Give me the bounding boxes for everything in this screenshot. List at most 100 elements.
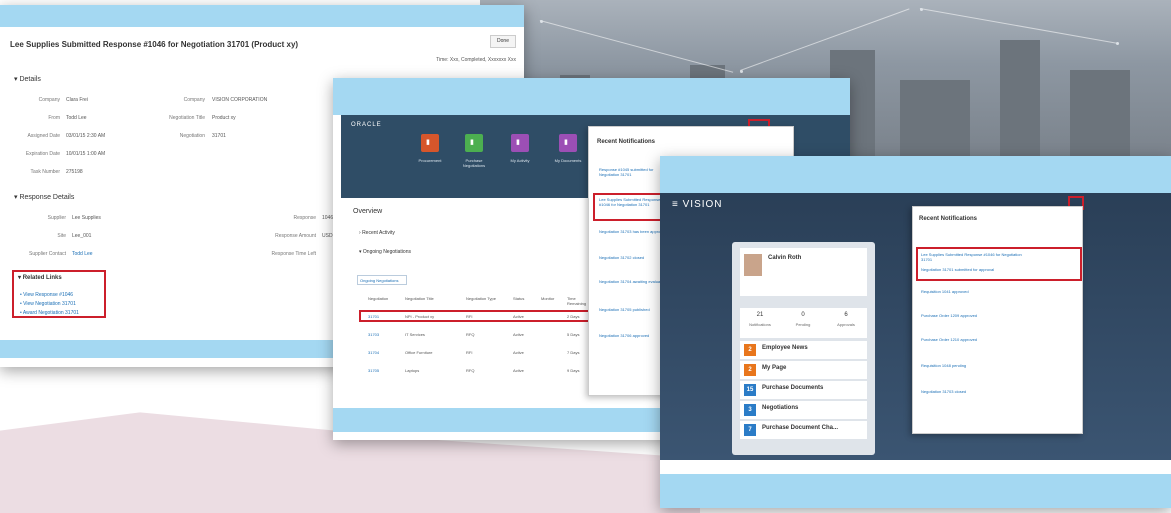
table-cell: Active xyxy=(513,350,524,355)
detail-label: Company xyxy=(38,97,60,103)
table-cell: NPI - Product xy xyxy=(405,314,435,319)
negotiation-link[interactable]: 31705 xyxy=(368,368,379,373)
item-label: Purchase Documents xyxy=(762,385,824,391)
table-cell: RFQ xyxy=(466,368,475,373)
oracle-logo: ORACLE xyxy=(351,122,382,128)
table-cell: 7 Days xyxy=(567,350,580,355)
notification-item[interactable]: Negotiation 31705 published xyxy=(599,307,669,312)
notification-item[interactable]: Response #1045 submitted for Negotiation… xyxy=(599,167,669,177)
detail-label: Negotiation xyxy=(179,133,205,139)
response-details-heading[interactable]: ▾ Response Details xyxy=(14,193,74,201)
selected-row-highlight xyxy=(359,310,591,322)
my-page-item[interactable]: 2 My Page xyxy=(740,361,867,379)
detail-label: Assigned Date xyxy=(27,133,60,139)
detail-value: 10/01/15 1:00 AM xyxy=(66,151,106,157)
overview-heading: Overview xyxy=(353,208,383,215)
detail-label: Expiration Date xyxy=(25,151,60,157)
purchase-document-changes-item[interactable]: 7 Purchase Document Cha... xyxy=(740,421,867,439)
table-cell: RFQ xyxy=(466,332,475,337)
column-header: Status xyxy=(513,296,525,301)
notifications-title: Recent Notifications xyxy=(597,139,656,145)
negotiations-item[interactable]: 3 Negotiations xyxy=(740,401,867,419)
response-value: Lee_001 xyxy=(72,233,92,239)
column-header: Time Remaining xyxy=(567,296,587,306)
procurement-tile[interactable]: ▮ xyxy=(421,134,439,152)
table-cell: Office Furniture xyxy=(405,350,433,355)
response-value: USD xyxy=(322,233,333,239)
vision-home-screenshot: ≡ VISION Calvin Roth 21 Notifications 0 … xyxy=(660,156,1171,508)
negotiation-link[interactable]: 31703 xyxy=(368,332,379,337)
tab-ongoing-negotiations[interactable]: Ongoing Negotiations xyxy=(357,275,407,285)
recent-notifications-panel: Recent Notifications Lee Supplies Submit… xyxy=(912,206,1083,434)
detail-label: Negotiation Title xyxy=(169,115,205,121)
related-links-highlight xyxy=(12,270,106,318)
negotiation-link[interactable]: 31701 xyxy=(368,314,379,319)
notification-item[interactable]: Negotiation 31701 submitted for approval xyxy=(921,267,1031,272)
detail-label: Company xyxy=(183,97,205,103)
item-label: Purchase Document Cha... xyxy=(762,425,839,431)
notification-item[interactable]: Negotiation 31706 approved xyxy=(599,333,669,338)
table-cell: 2 Days xyxy=(567,314,580,319)
supplier-contact-link[interactable]: Todd Lee xyxy=(72,251,93,257)
details-heading[interactable]: ▾ Details xyxy=(14,75,41,83)
detail-label: From xyxy=(48,115,60,121)
page-title: Lee Supplies Submitted Response #1046 fo… xyxy=(10,40,299,49)
detail-value: Todd Lee xyxy=(66,115,87,121)
notification-item[interactable]: Negotiation 31702 closed xyxy=(599,255,669,260)
detail-value: Product xy xyxy=(212,115,236,121)
bottom-bar xyxy=(660,474,1171,508)
tile-label: Purchase Negotiations xyxy=(462,158,486,168)
count-value: 21 xyxy=(756,312,764,318)
response-label: Supplier Contact xyxy=(29,251,66,257)
response-label: Supplier xyxy=(47,215,66,221)
item-count-badge: 2 xyxy=(744,344,756,356)
response-value: 1046 xyxy=(322,215,334,221)
documents-tile[interactable]: ▮ xyxy=(559,134,577,152)
notification-item[interactable]: Lee Supplies Submitted Response #1046 fo… xyxy=(921,252,1031,262)
item-count-badge: 15 xyxy=(744,384,756,396)
notification-item[interactable]: Negotiation 31703 has been approved xyxy=(599,229,669,234)
column-header: Negotiation Title xyxy=(405,296,434,301)
ongoing-negotiations-toggle[interactable]: ▾ Ongoing Negotiations xyxy=(359,249,411,255)
profile-name[interactable]: Calvin Roth xyxy=(768,255,801,261)
avatar xyxy=(744,254,762,276)
count-label: Pending xyxy=(795,322,811,327)
notification-item[interactable]: Requisition 1048 pending xyxy=(921,363,1031,368)
detail-value: 03/01/15 2:30 AM xyxy=(66,133,106,139)
count-label: Notifications xyxy=(749,322,771,327)
table-cell: RFI xyxy=(466,314,473,319)
table-cell: RFI xyxy=(466,350,473,355)
count-value: 6 xyxy=(844,312,848,318)
top-bar xyxy=(333,78,850,115)
response-label: Response xyxy=(293,215,316,221)
table-cell: Laptops xyxy=(405,368,420,373)
done-button[interactable]: Done xyxy=(490,35,516,48)
activity-tile[interactable]: ▮ xyxy=(511,134,529,152)
column-header: Negotiation Type xyxy=(466,296,496,301)
purchase-documents-item[interactable]: 15 Purchase Documents xyxy=(740,381,867,399)
response-value: Lee Supplies xyxy=(72,215,101,221)
notification-item[interactable]: Purchase Order 1209 approved xyxy=(921,313,1031,318)
detail-value: VISION CORPORATION xyxy=(212,97,268,103)
notification-item[interactable]: Negotiation 31703 closed xyxy=(921,389,1031,394)
item-label: My Page xyxy=(762,365,787,371)
recent-activity-toggle[interactable]: › Recent Activity xyxy=(359,230,395,236)
detail-value: 31701 xyxy=(212,133,226,139)
notification-item[interactable]: Requisition 1041 approved xyxy=(921,289,1031,294)
column-header: Negotiation xyxy=(368,296,389,301)
response-label: Response Amount xyxy=(275,233,316,239)
count-label: Approvals xyxy=(837,322,855,327)
notification-item[interactable]: Purchase Order 1210 approved xyxy=(921,337,1031,342)
item-count-badge: 7 xyxy=(744,424,756,436)
item-label: Employee News xyxy=(762,345,808,351)
detail-value: Clara Frei xyxy=(66,97,88,103)
table-cell: Active xyxy=(513,332,524,337)
notification-item[interactable]: Negotiation 31704 awaiting evaluation xyxy=(599,279,669,284)
negotiations-tile[interactable]: ▮ xyxy=(465,134,483,152)
employee-news-item[interactable]: 2 Employee News xyxy=(740,341,867,359)
item-count-badge: 2 xyxy=(744,364,756,376)
response-label: Site xyxy=(57,233,66,239)
item-count-badge: 3 xyxy=(744,404,756,416)
top-bar xyxy=(660,156,1171,193)
negotiation-link[interactable]: 31704 xyxy=(368,350,379,355)
